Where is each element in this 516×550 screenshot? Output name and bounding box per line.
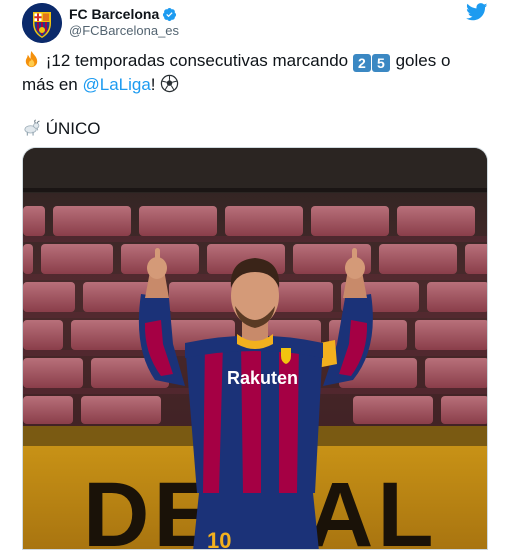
player-celebration-image: DE VAL Rakuten 10 [23,148,487,550]
author-name[interactable]: FC Barcelona [69,6,177,22]
tweet-text-part-4: ! [150,75,156,94]
fc-barcelona-crest-icon [22,3,62,43]
author-name-text[interactable]: FC Barcelona [69,6,159,22]
twitter-bird-icon[interactable] [466,3,488,21]
shirt-number: 10 [207,528,231,550]
tweet-card: FC Barcelona @FCBarcelona_es ¡12 tempora… [0,0,516,550]
tweet-line-3: ÚNICO [22,117,101,141]
author-handle[interactable]: @FCBarcelona_es [69,23,179,39]
shirt-sponsor: Rakuten [227,368,298,388]
goat-emoji [24,119,40,136]
keycap-digit-2: 5 [371,54,390,72]
tweet-text-part-2: goles o [395,51,451,70]
tweet-line-1: ¡12 temporadas consecutivas marcando 25 … [22,49,482,73]
tweet-text-unico: ÚNICO [45,119,101,138]
fire-emoji [25,50,38,68]
tweet-text: ¡12 temporadas consecutivas marcando 25 … [22,49,482,97]
soccer-ball-emoji [161,74,179,93]
keycap-digit-1: 2 [352,54,371,72]
avatar[interactable] [22,3,62,43]
tweet-line-2: más en @LaLiga! [22,73,482,97]
mention-link[interactable]: @LaLiga [82,75,150,94]
tweet-media-photo[interactable]: DE VAL Rakuten 10 [22,147,488,550]
tweet-text-part-3: más en [22,75,78,94]
tweet-text-part-1: ¡12 temporadas consecutivas marcando [45,51,349,70]
verified-badge-icon [163,7,177,21]
